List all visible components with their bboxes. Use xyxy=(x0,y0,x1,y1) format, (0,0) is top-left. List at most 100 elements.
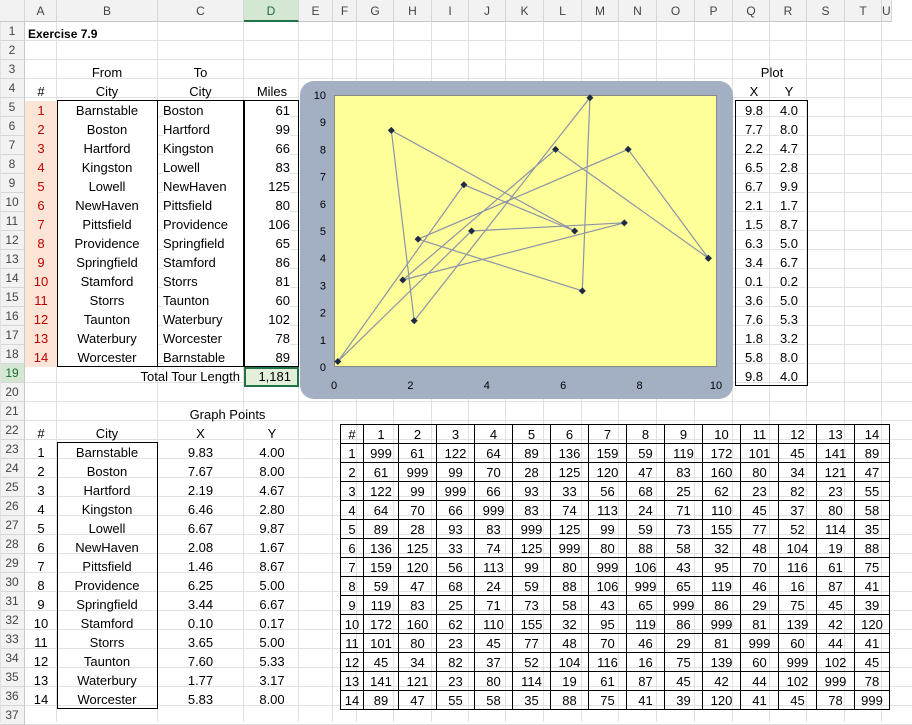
matrix-cell[interactable]: 116 xyxy=(588,652,627,672)
gp-num[interactable]: 11 xyxy=(25,633,57,652)
matrix-cell[interactable]: 70 xyxy=(588,633,627,653)
matrix-cell[interactable]: 139 xyxy=(702,652,741,672)
gp-num[interactable]: 2 xyxy=(25,462,57,481)
row-header[interactable]: 23 xyxy=(0,440,25,459)
matrix-cell[interactable]: 45 xyxy=(816,595,855,615)
matrix-cell[interactable]: 45 xyxy=(778,443,817,463)
matrix-cell[interactable]: 42 xyxy=(702,671,741,691)
matrix-cell[interactable]: 88 xyxy=(550,690,589,710)
row-header[interactable]: 29 xyxy=(0,554,25,573)
gp-y[interactable]: 5.33 xyxy=(245,652,299,671)
matrix-cell[interactable]: 23 xyxy=(436,633,475,653)
matrix-cell[interactable]: 113 xyxy=(474,557,513,577)
matrix-cell[interactable]: 78 xyxy=(816,690,855,710)
matrix-cell[interactable]: 47 xyxy=(398,690,437,710)
matrix-cell[interactable]: 999 xyxy=(854,690,890,710)
matrix-cell[interactable]: 58 xyxy=(550,595,589,615)
matrix-cell[interactable]: 119 xyxy=(626,614,665,634)
column-header[interactable]: F xyxy=(333,0,357,22)
matrix-cell[interactable]: 19 xyxy=(816,538,855,558)
matrix-cell[interactable]: 999 xyxy=(816,671,855,691)
tour-row-num[interactable]: 9 xyxy=(25,253,57,272)
matrix-cell[interactable]: 34 xyxy=(778,462,817,482)
matrix-col-header[interactable]: 13 xyxy=(816,424,855,444)
matrix-row-header[interactable]: 9 xyxy=(340,595,364,615)
matrix-cell[interactable]: 61 xyxy=(588,671,627,691)
matrix-cell[interactable]: 93 xyxy=(512,481,551,501)
column-header[interactable]: B xyxy=(57,0,158,22)
matrix-cell[interactable]: 55 xyxy=(436,690,475,710)
row-header[interactable]: 11 xyxy=(0,212,25,231)
matrix-cell[interactable]: 141 xyxy=(363,671,399,691)
matrix-cell[interactable]: 99 xyxy=(436,462,475,482)
tour-row-num[interactable]: 2 xyxy=(25,120,57,139)
matrix-cell[interactable]: 71 xyxy=(664,500,703,520)
matrix-cell[interactable]: 106 xyxy=(626,557,665,577)
matrix-row-header[interactable]: 4 xyxy=(340,500,364,520)
matrix-cell[interactable]: 28 xyxy=(512,462,551,482)
matrix-cell[interactable]: 45 xyxy=(778,690,817,710)
row-header[interactable]: 30 xyxy=(0,573,25,592)
matrix-row-header[interactable]: 1 xyxy=(340,443,364,463)
gp-y[interactable]: 9.87 xyxy=(245,519,299,538)
matrix-row-header[interactable]: 7 xyxy=(340,557,364,577)
matrix-cell[interactable]: 89 xyxy=(512,443,551,463)
matrix-cell[interactable]: 120 xyxy=(398,557,437,577)
gp-num[interactable]: 3 xyxy=(25,481,57,500)
gp-x[interactable]: 5.83 xyxy=(158,690,243,709)
matrix-cell[interactable]: 42 xyxy=(816,614,855,634)
matrix-cell[interactable]: 61 xyxy=(816,557,855,577)
matrix-cell[interactable]: 999 xyxy=(626,576,665,596)
matrix-row-header[interactable]: 5 xyxy=(340,519,364,539)
matrix-cell[interactable]: 89 xyxy=(363,519,399,539)
select-all-corner[interactable] xyxy=(0,0,25,22)
matrix-cell[interactable]: 47 xyxy=(854,462,890,482)
gp-y[interactable]: 1.67 xyxy=(245,538,299,557)
gp-x[interactable]: 2.19 xyxy=(158,481,243,500)
matrix-cell[interactable]: 35 xyxy=(854,519,890,539)
tour-row-num[interactable]: 11 xyxy=(25,291,57,310)
matrix-cell[interactable]: 23 xyxy=(816,481,855,501)
matrix-cell[interactable]: 172 xyxy=(363,614,399,634)
matrix-cell[interactable]: 104 xyxy=(550,652,589,672)
matrix-cell[interactable]: 59 xyxy=(626,519,665,539)
matrix-col-header[interactable]: 3 xyxy=(436,424,475,444)
matrix-cell[interactable]: 33 xyxy=(550,481,589,501)
gp-y[interactable]: 4.00 xyxy=(245,443,299,462)
header-from-city[interactable]: City xyxy=(57,82,157,101)
row-header[interactable]: 6 xyxy=(0,117,25,136)
matrix-cell[interactable]: 89 xyxy=(363,690,399,710)
gp-x[interactable]: 6.67 xyxy=(158,519,243,538)
row-header[interactable]: 17 xyxy=(0,326,25,345)
matrix-cell[interactable]: 65 xyxy=(664,576,703,596)
matrix-cell[interactable]: 52 xyxy=(778,519,817,539)
matrix-cell[interactable]: 80 xyxy=(550,557,589,577)
matrix-cell[interactable]: 73 xyxy=(512,595,551,615)
matrix-col-header[interactable]: 2 xyxy=(398,424,437,444)
matrix-cell[interactable]: 16 xyxy=(778,576,817,596)
matrix-cell[interactable]: 125 xyxy=(550,519,589,539)
header-from[interactable]: From xyxy=(57,63,157,82)
header-num[interactable]: # xyxy=(25,82,57,101)
matrix-cell[interactable]: 68 xyxy=(436,576,475,596)
matrix-cell[interactable]: 116 xyxy=(778,557,817,577)
row-header[interactable]: 13 xyxy=(0,250,25,269)
matrix-cell[interactable]: 155 xyxy=(512,614,551,634)
matrix-cell[interactable]: 39 xyxy=(664,690,703,710)
matrix-cell[interactable]: 999 xyxy=(398,462,437,482)
matrix-cell[interactable]: 61 xyxy=(398,443,437,463)
gp-x[interactable]: 1.46 xyxy=(158,557,243,576)
matrix-cell[interactable]: 139 xyxy=(778,614,817,634)
matrix-cell[interactable]: 999 xyxy=(740,633,779,653)
column-header[interactable]: O xyxy=(657,0,695,22)
matrix-cell[interactable]: 999 xyxy=(664,595,703,615)
matrix-cell[interactable]: 45 xyxy=(474,633,513,653)
matrix-cell[interactable]: 99 xyxy=(512,557,551,577)
matrix-cell[interactable]: 70 xyxy=(398,500,437,520)
matrix-cell[interactable]: 78 xyxy=(854,671,890,691)
matrix-cell[interactable]: 73 xyxy=(664,519,703,539)
matrix-cell[interactable]: 89 xyxy=(854,443,890,463)
matrix-cell[interactable]: 114 xyxy=(512,671,551,691)
matrix-cell[interactable]: 999 xyxy=(588,557,627,577)
gp-y[interactable]: 5.00 xyxy=(245,633,299,652)
